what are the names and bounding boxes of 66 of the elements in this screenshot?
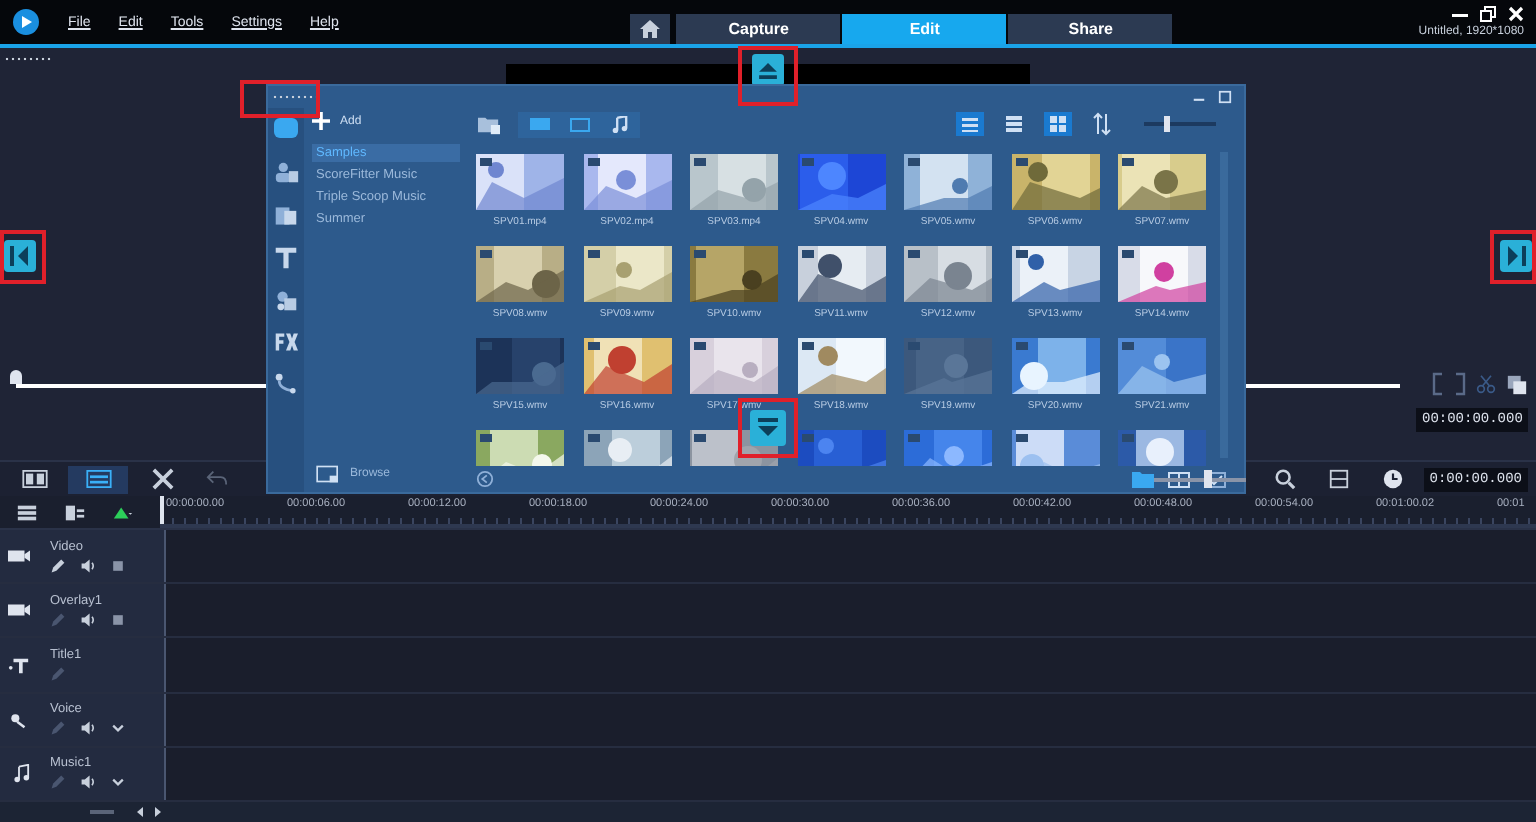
audio-filter-icon[interactable] bbox=[610, 115, 628, 133]
track-manager-icon[interactable] bbox=[16, 501, 38, 523]
highlight-frame bbox=[1490, 230, 1536, 284]
microphone-icon bbox=[8, 709, 30, 730]
pencil-icon[interactable] bbox=[50, 557, 66, 574]
mark-out-icon[interactable] bbox=[1454, 372, 1467, 396]
mark-in-icon[interactable] bbox=[1432, 372, 1445, 396]
undo-icon[interactable] bbox=[206, 468, 228, 490]
highlight-frame bbox=[240, 80, 320, 118]
restore-icon[interactable] bbox=[1480, 6, 1496, 22]
chevron-down-icon[interactable] bbox=[110, 774, 126, 791]
scroll-left-icon[interactable] bbox=[134, 806, 146, 818]
collapse-up-icon[interactable] bbox=[752, 54, 784, 86]
details-view-icon[interactable] bbox=[1000, 112, 1028, 136]
speaker-icon[interactable] bbox=[80, 720, 96, 737]
mode-tab[interactable]: Share bbox=[1008, 14, 1173, 44]
square-icon[interactable] bbox=[110, 557, 126, 574]
zoom-icon[interactable] bbox=[1273, 468, 1296, 490]
chapter-icon[interactable] bbox=[64, 501, 86, 523]
mode-tab[interactable]: Capture bbox=[676, 14, 841, 44]
slider-thumb[interactable] bbox=[1204, 469, 1213, 487]
highlight-frame bbox=[0, 230, 46, 284]
timeline-icon bbox=[85, 470, 111, 488]
speaker-icon[interactable] bbox=[80, 774, 96, 791]
folder-icon bbox=[316, 464, 340, 484]
text-icon bbox=[8, 655, 30, 675]
home-icon bbox=[640, 20, 661, 38]
back-icon[interactable] bbox=[476, 470, 494, 488]
import-folder-icon[interactable] bbox=[476, 113, 502, 135]
home-tab[interactable] bbox=[630, 14, 671, 44]
speaker-icon[interactable] bbox=[80, 611, 96, 628]
path-icon[interactable] bbox=[274, 372, 298, 396]
title-icon[interactable] bbox=[274, 246, 298, 270]
fx-icon[interactable] bbox=[274, 330, 298, 354]
square-icon[interactable] bbox=[110, 611, 126, 628]
scrubber-handle[interactable] bbox=[10, 370, 22, 384]
close-icon[interactable] bbox=[1508, 6, 1524, 22]
copy-icon[interactable] bbox=[1506, 373, 1529, 395]
camera-icon bbox=[8, 546, 30, 567]
music-note-icon bbox=[8, 763, 30, 784]
chevron-down-icon[interactable] bbox=[110, 720, 126, 737]
speaker-icon[interactable] bbox=[80, 557, 96, 574]
list-view-icon[interactable] bbox=[956, 112, 984, 136]
timeline-view-button[interactable] bbox=[68, 465, 128, 493]
clock-icon[interactable] bbox=[1381, 468, 1404, 490]
maximize-icon[interactable] bbox=[1218, 90, 1232, 104]
collapse-right-icon[interactable] bbox=[1500, 240, 1532, 272]
sort-icon[interactable] bbox=[1088, 112, 1116, 136]
fit-icon[interactable] bbox=[1327, 468, 1350, 490]
app-logo-icon bbox=[12, 8, 40, 36]
graphics-icon[interactable] bbox=[274, 288, 298, 312]
media-icon[interactable] bbox=[272, 114, 300, 142]
collapse-left-icon[interactable] bbox=[4, 240, 36, 272]
panel-view-icon[interactable] bbox=[1168, 469, 1192, 489]
collapse-down-icon[interactable] bbox=[750, 410, 786, 446]
storyboard-icon bbox=[21, 470, 47, 488]
slider-thumb[interactable] bbox=[1163, 116, 1170, 132]
plus-icon bbox=[312, 112, 330, 130]
panel-grip[interactable] bbox=[4, 56, 52, 62]
transition-icon[interactable] bbox=[274, 204, 298, 228]
grid-view-icon[interactable] bbox=[1044, 112, 1072, 136]
highlight-frame bbox=[738, 46, 798, 106]
panel-grip[interactable] bbox=[272, 94, 316, 100]
camera-icon bbox=[8, 600, 30, 621]
scroll-right-icon[interactable] bbox=[152, 806, 164, 818]
people-icon[interactable] bbox=[273, 160, 299, 186]
